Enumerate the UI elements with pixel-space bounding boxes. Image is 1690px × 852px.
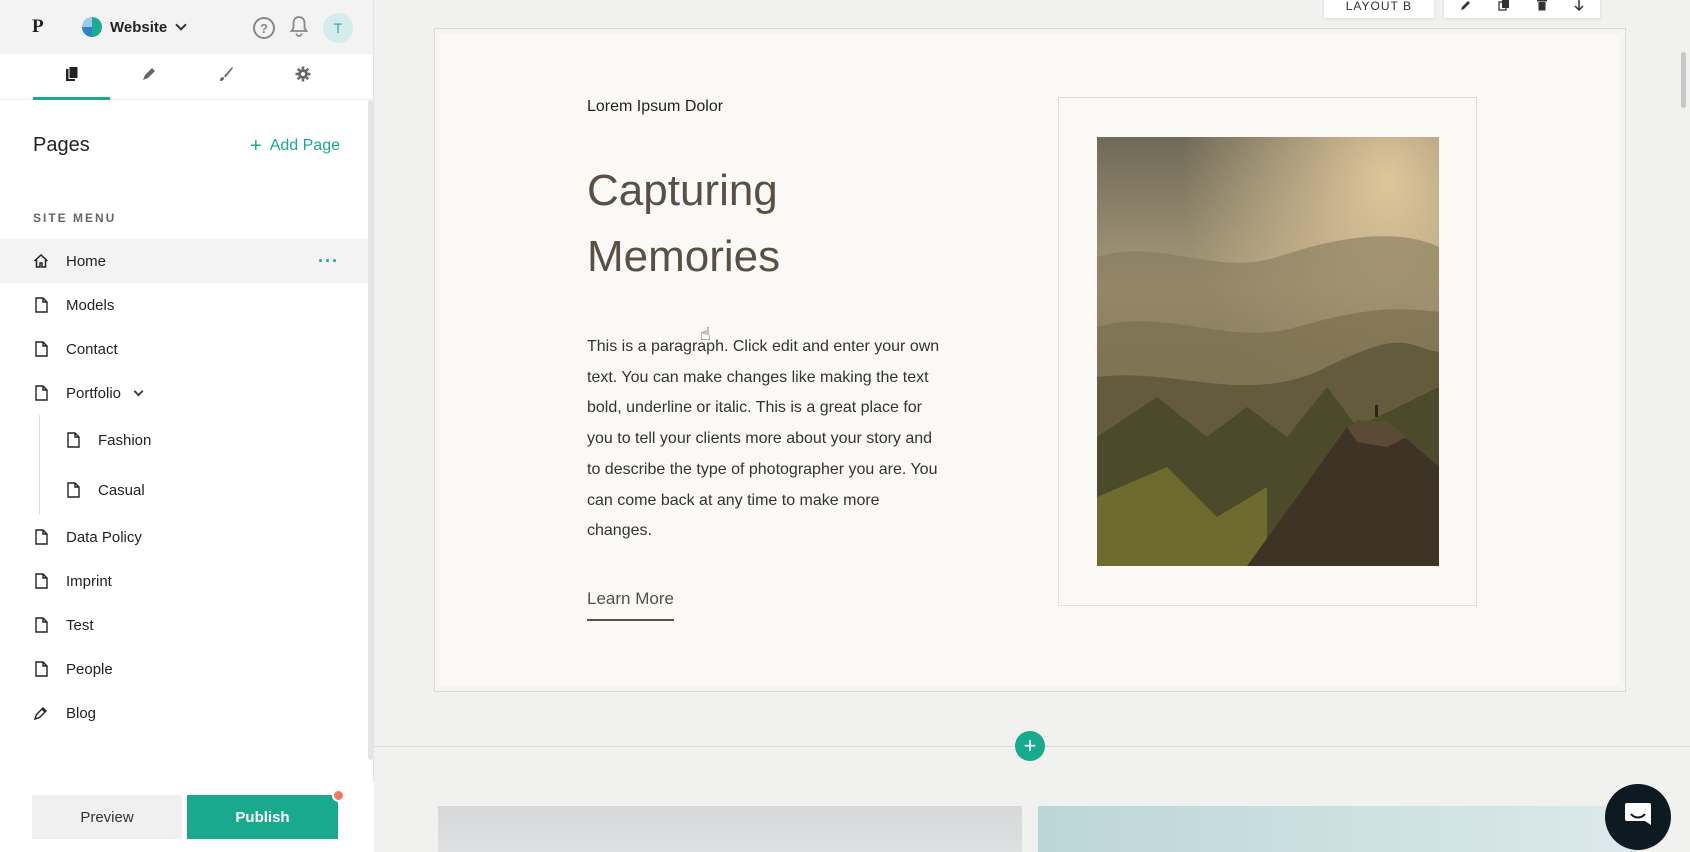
page-item-contact[interactable]: Contact — [0, 327, 373, 371]
canvas-scrollbar[interactable] — [1681, 52, 1686, 108]
delete-icon[interactable] — [1536, 0, 1548, 14]
add-page-button[interactable]: + Add Page — [250, 136, 340, 156]
site-switcher[interactable]: Website — [82, 17, 187, 37]
home-icon — [33, 252, 49, 270]
hero-eyebrow[interactable]: Lorem Ipsum Dolor — [587, 98, 723, 116]
sidebar: P Website ? T Pages + Add Page SITE MENU… — [0, 0, 374, 852]
page-item-data-policy[interactable]: Data Policy — [0, 515, 373, 559]
add-section-button[interactable]: + — [1015, 731, 1045, 761]
page-item-models[interactable]: Models — [0, 283, 373, 327]
page-item-blog[interactable]: Blog — [0, 691, 373, 735]
pen-icon — [141, 66, 157, 87]
layout-selector[interactable]: LAYOUT B — [1323, 0, 1434, 18]
site-menu-label: SITE MENU — [33, 211, 117, 225]
page-item-label: Home — [66, 252, 107, 270]
add-page-label: Add Page — [269, 136, 340, 154]
bell-icon[interactable] — [289, 15, 309, 42]
hero-paragraph[interactable]: This is a paragraph. Click edit and ente… — [587, 332, 942, 547]
pages-icon — [65, 66, 79, 87]
editor-canvas: LAYOUT B Lorem Ipsum Dolor Capturing Mem… — [374, 0, 1690, 852]
page-item-portfolio[interactable]: Portfolio — [0, 371, 373, 415]
sidebar-scrollbar[interactable] — [368, 100, 373, 760]
tab-blog[interactable] — [110, 54, 187, 99]
page-item-label: Blog — [66, 704, 97, 722]
site-icon — [82, 17, 102, 37]
avatar[interactable]: T — [323, 13, 353, 43]
more-options-icon[interactable]: ··· — [318, 251, 339, 272]
chevron-down-icon — [175, 19, 187, 31]
page-icon — [33, 296, 49, 314]
page-icon — [65, 431, 81, 449]
page-icon — [33, 528, 49, 546]
page-item-test[interactable]: Test — [0, 603, 373, 647]
gear-icon — [295, 66, 311, 87]
move-down-icon[interactable] — [1574, 0, 1584, 14]
plus-icon: + — [250, 134, 262, 157]
hero-section[interactable]: Lorem Ipsum Dolor Capturing Memories Thi… — [434, 28, 1626, 692]
learn-more-button[interactable]: Learn More — [587, 589, 674, 621]
edit-icon[interactable] — [1460, 0, 1472, 14]
page-icon — [33, 384, 49, 402]
hero-title-line2: Memories — [587, 232, 781, 281]
sidebar-tabs — [0, 54, 373, 100]
brush-icon — [218, 66, 234, 87]
next-section-card-1[interactable] — [438, 806, 1022, 852]
page-item-label: Data Policy — [66, 528, 142, 546]
app-logo[interactable]: P — [32, 16, 82, 38]
page-item-label: Test — [66, 616, 94, 634]
tab-design[interactable] — [187, 54, 264, 99]
section-tools — [1444, 0, 1600, 18]
page-icon — [65, 481, 81, 499]
chat-icon — [1623, 800, 1653, 835]
hero-title-line1: Capturing — [587, 166, 778, 215]
page-icon — [33, 616, 49, 634]
page-item-label: Portfolio — [66, 384, 122, 402]
page-item-label: Contact — [66, 340, 118, 358]
page-item-label: Fashion — [98, 431, 152, 449]
page-icon — [33, 572, 49, 590]
page-item-label: Casual — [98, 481, 145, 499]
page-icon — [33, 660, 49, 678]
section-toolbar: LAYOUT B — [1323, 0, 1600, 18]
hero-title[interactable]: Capturing Memories — [587, 158, 947, 290]
publish-label: Publish — [235, 808, 290, 826]
pages-title: Pages — [33, 134, 90, 156]
page-item-home[interactable]: Home ··· — [0, 239, 373, 283]
page-item-casual[interactable]: Casual — [0, 465, 373, 515]
page-item-label: People — [66, 660, 113, 678]
hero-image-frame[interactable] — [1058, 97, 1477, 606]
pages-header: Pages + Add Page — [0, 134, 373, 157]
page-item-people[interactable]: People — [0, 647, 373, 691]
help-icon[interactable]: ? — [253, 17, 275, 39]
preview-button[interactable]: Preview — [32, 795, 182, 839]
tab-settings[interactable] — [264, 54, 341, 99]
page-list: Home ··· Models Contact Portfolio Fashio… — [0, 239, 373, 735]
sidebar-topbar: P Website ? T — [0, 0, 373, 54]
duplicate-icon[interactable] — [1498, 0, 1510, 14]
notification-dot — [332, 789, 345, 802]
publish-button[interactable]: Publish — [187, 789, 345, 839]
pen-icon — [33, 704, 49, 722]
page-item-fashion[interactable]: Fashion — [0, 415, 373, 465]
hand-cursor-icon: ☝ — [700, 324, 711, 344]
next-section-card-2[interactable] — [1038, 806, 1638, 852]
page-item-label: Models — [66, 296, 115, 314]
mountain-photo[interactable] — [1097, 137, 1439, 566]
chat-button[interactable] — [1605, 784, 1671, 850]
chevron-down-icon[interactable] — [133, 386, 144, 396]
page-item-imprint[interactable]: Imprint — [0, 559, 373, 603]
tab-pages[interactable] — [33, 54, 110, 100]
site-name: Website — [110, 18, 168, 36]
page-icon — [33, 340, 49, 358]
hero-section-inner: Lorem Ipsum Dolor Capturing Memories Thi… — [440, 34, 1620, 686]
page-item-label: Imprint — [66, 572, 112, 590]
sidebar-footer: Preview Publish — [0, 782, 374, 852]
top-icons: ? T — [253, 13, 353, 43]
